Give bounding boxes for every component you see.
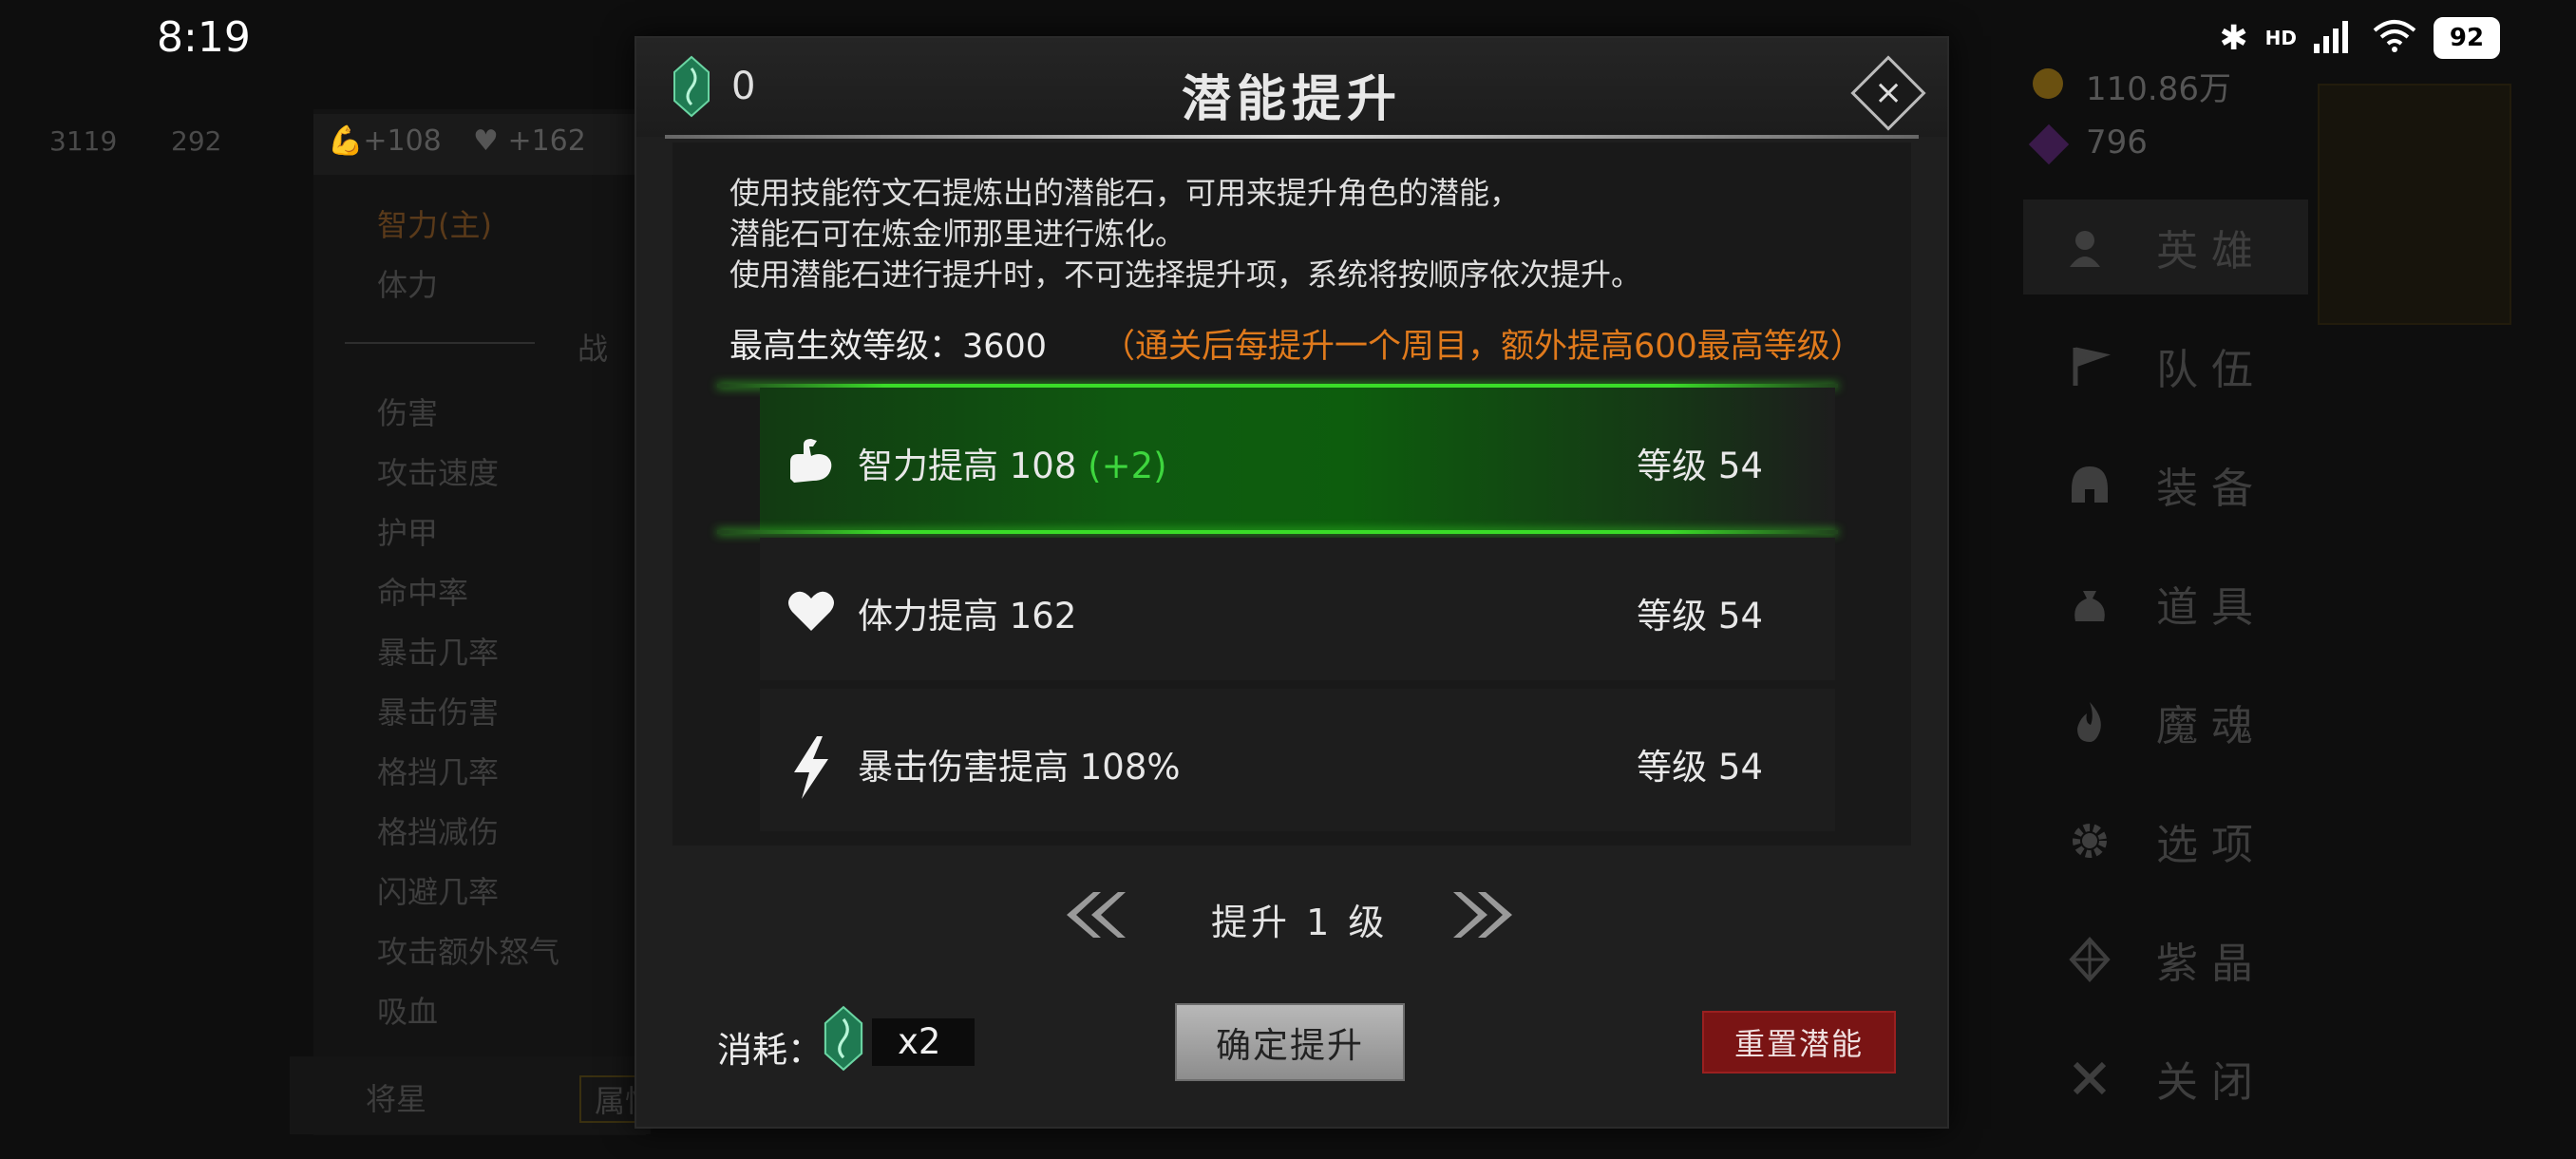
section-divider [345,342,535,344]
bg-bonus-strength: 💪+108 [328,124,442,158]
crystal-icon [2061,931,2118,988]
bg-tab-stars[interactable]: 将星 [366,1075,426,1119]
bg-attribute-main: 智力(主) [377,207,492,243]
bg-stat-extra-rage: 攻击额外怒气 [377,934,560,970]
bluetooth-icon: ✱ [2219,18,2248,58]
hero-icon [2061,218,2118,276]
bg-stat-lifesteal: 吸血 [377,994,439,1030]
dialog-title: 潜能提升 [1181,71,1402,128]
row-label: 暴击伤害提高 108% [858,747,1181,788]
potential-stone-icon [821,1005,866,1072]
close-icon [2061,1050,2118,1107]
bg-hero-stat-2: 292 [171,125,222,157]
side-menu-close[interactable]: 关闭 [2023,1031,2308,1126]
wifi-icon [2373,19,2416,57]
cost-label: 消耗： [717,1030,823,1071]
row-level: 等级 54 [1637,596,1763,636]
bg-stat-damage: 伤害 [377,395,439,431]
bg-stat-armor: 护甲 [377,515,439,551]
row-bonus: (+2) [1088,446,1167,486]
side-menu-team[interactable]: 队伍 [2023,318,2308,413]
potential-row-intelligence[interactable]: 智力提高 108 (+2) 等级 54 [760,388,1835,530]
side-menu-soul[interactable]: 魔魂 [2023,674,2308,770]
row-level: 等级 54 [1637,747,1763,788]
description-line-3: 使用潜能石进行提升时，不可选择提升项，系统将按顺序依次提升。 [729,256,1642,293]
status-icons: ✱ HD 92 [2219,17,2500,59]
bag-icon [2061,575,2118,632]
battery-indicator: 92 [2434,17,2500,59]
row-label: 体力提高 162 [858,596,1077,636]
decrease-level-button[interactable] [1059,888,1126,941]
bg-stat-crit-damage: 暴击伤害 [377,694,500,731]
level-step-label: 提升 1 级 [1211,902,1389,943]
muscle-arm-icon: 💪 [328,124,364,158]
side-menu-equipment[interactable]: 装备 [2023,437,2308,532]
max-level-label: 最高生效等级：3600 [729,328,1048,366]
helmet-icon [2061,456,2118,513]
header-divider [665,135,1919,139]
flame-icon [2061,694,2118,750]
row-label: 智力提高 108 (+2) [858,446,1167,486]
minimap[interactable] [2318,84,2511,325]
row-level: 等级 54 [1637,446,1763,486]
network-label: HD [2264,27,2297,49]
double-chevron-right-icon [1453,892,1512,938]
confirm-upgrade-button[interactable]: 确定提升 [1175,1003,1405,1081]
potential-row-crit-damage[interactable]: 暴击伤害提高 108% 等级 54 [760,689,1835,831]
gold-icon [2033,68,2063,99]
bg-bonus-vitality: ♥ +162 [473,124,586,158]
status-time: 8:19 [157,13,251,62]
muscle-arm-icon [785,433,838,486]
bg-stat-dodge-rate: 闪避几率 [377,874,500,910]
bg-stat-block-rate: 格挡几率 [377,754,500,790]
description-line-2: 潜能石可在炼金师那里进行炼化。 [729,216,1186,252]
gear-icon [2061,812,2118,869]
bg-attribute-vitality: 体力 [377,267,439,303]
max-level-note: （通关后每提升一个周目，额外提高600最高等级） [1102,328,1864,366]
double-chevron-left-icon [1067,892,1126,938]
side-menu-options[interactable]: 选项 [2023,793,2308,888]
signal-icon [2314,19,2356,57]
hero-stats-panel [313,109,646,1135]
reset-potential-button[interactable]: 重置潜能 [1702,1011,1896,1074]
lightning-icon [785,734,838,799]
increase-level-button[interactable] [1453,888,1520,941]
bg-stat-hit-rate: 命中率 [377,575,469,611]
heart-icon [785,583,838,636]
selected-row-bottom-border [717,530,1838,534]
potential-row-vitality[interactable]: 体力提高 162 等级 54 [760,538,1835,680]
description-line-1: 使用技能符文石提炼出的潜能石，可用来提升角色的潜能， [729,175,1521,211]
bg-stat-block-reduction: 格挡减伤 [377,814,500,850]
bg-stat-crit-rate: 暴击几率 [377,635,500,671]
bg-hero-stat-1: 3119 [49,125,118,157]
side-menu-hero[interactable]: 英雄 [2023,200,2308,294]
close-icon: × [1873,72,1904,112]
gold-amount: 110.86万 [2086,70,2231,108]
side-menu-items[interactable]: 道具 [2023,556,2308,651]
heart-icon: ♥ [473,124,499,158]
flag-icon [2061,337,2118,394]
cost-amount: x2 [898,1021,941,1062]
crystal-amount: 796 [2086,124,2148,162]
bg-stat-attack-speed: 攻击速度 [377,455,500,491]
side-menu-crystal[interactable]: 紫晶 [2023,912,2308,1007]
